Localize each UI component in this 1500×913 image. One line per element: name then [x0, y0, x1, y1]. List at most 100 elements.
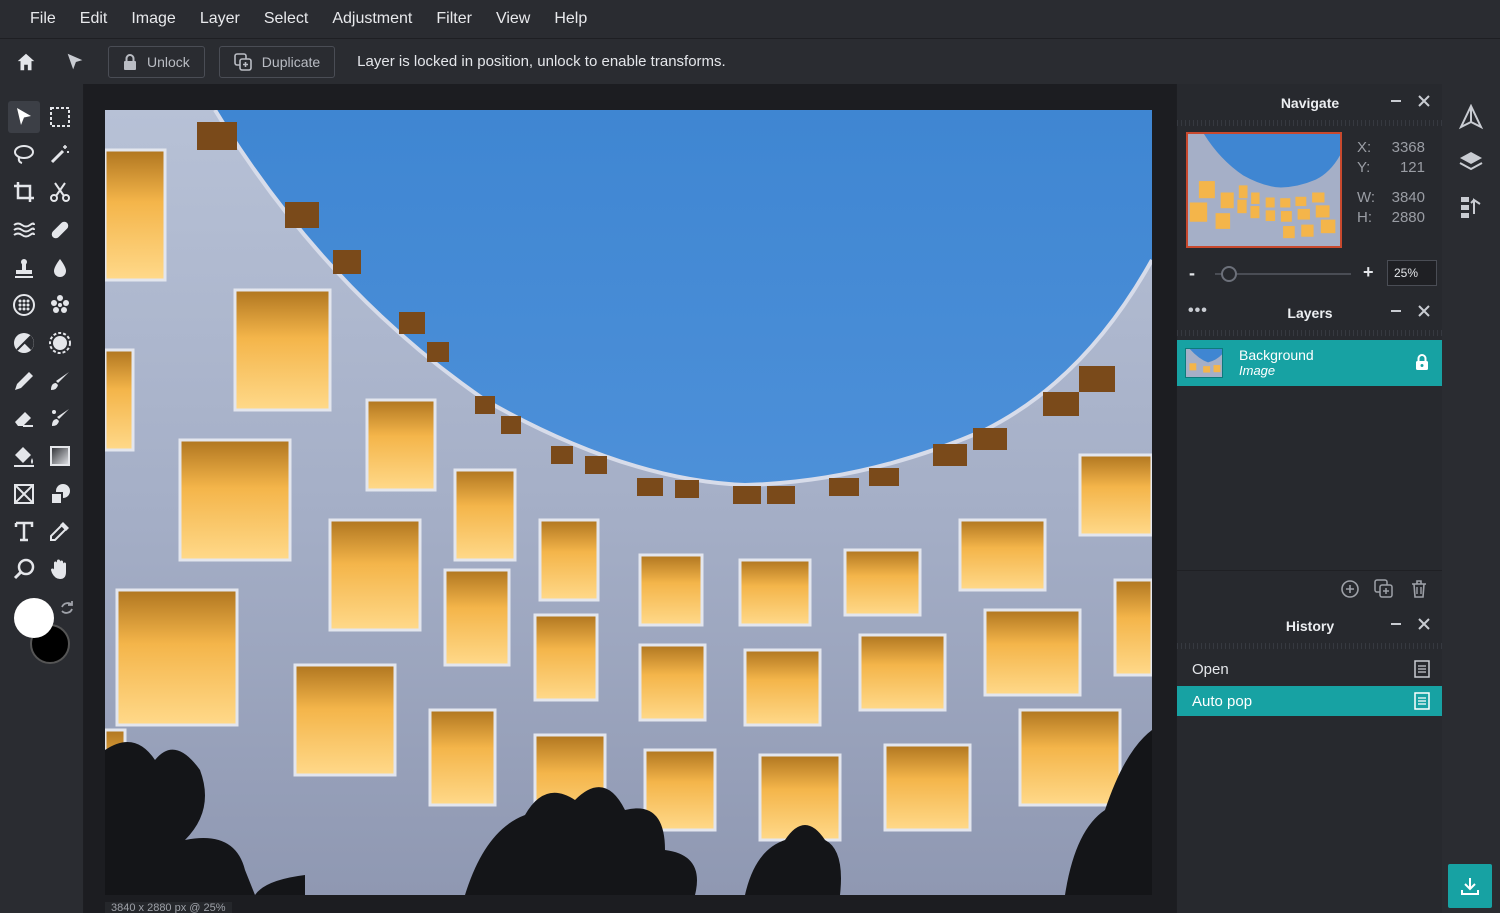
canvas-status: 3840 x 2880 px @ 25%: [105, 902, 232, 913]
history-panel-icon[interactable]: [1458, 194, 1484, 220]
h-value: 2880: [1391, 209, 1425, 226]
minimize-icon[interactable]: [1389, 94, 1403, 108]
gradient-icon[interactable]: [44, 440, 76, 472]
duplicate-button[interactable]: Duplicate: [218, 45, 336, 78]
lock-icon: [124, 53, 136, 70]
panel-divider: [1177, 120, 1443, 126]
more-options-icon[interactable]: •••: [1188, 302, 1208, 320]
y-label: Y:: [1357, 159, 1371, 176]
zoom-in-button[interactable]: +: [1363, 262, 1374, 283]
history-title: History: [1285, 618, 1335, 634]
options-message: Layer is locked in position, unlock to e…: [357, 53, 726, 70]
navigator-coordinates: X: 3368 Y: 121 W: 3840 H: 2880: [1357, 138, 1425, 228]
foreground-color-swatch[interactable]: [14, 598, 54, 638]
text-icon[interactable]: [8, 515, 40, 547]
fill-icon[interactable]: [8, 440, 40, 472]
heal-icon[interactable]: [44, 214, 76, 246]
navigator-image: [1188, 134, 1340, 246]
history-item[interactable]: Open: [1177, 654, 1443, 684]
menu-edit[interactable]: Edit: [68, 0, 120, 38]
menu-file[interactable]: File: [18, 0, 68, 38]
dodge-icon[interactable]: [8, 327, 40, 359]
menu-view[interactable]: View: [484, 0, 542, 38]
panel-divider: [1177, 643, 1443, 649]
move-tool-icon[interactable]: [58, 45, 92, 79]
color-replace-icon[interactable]: [44, 402, 76, 434]
frame-icon[interactable]: [8, 478, 40, 510]
crop-icon[interactable]: [8, 176, 40, 208]
zoom-icon[interactable]: [8, 553, 40, 585]
unlock-button[interactable]: Unlock: [108, 45, 205, 78]
eraser-icon[interactable]: [8, 402, 40, 434]
brush-icon[interactable]: [44, 365, 76, 397]
image-canvas[interactable]: [105, 110, 1152, 895]
zoom-controls: - + 25%: [1177, 260, 1443, 288]
right-panels: Navigate X: 3368 Y: 121 W: 3840 H: 2880 - + …: [1176, 84, 1443, 913]
minimize-icon[interactable]: [1389, 617, 1403, 631]
close-icon[interactable]: [1417, 94, 1431, 108]
menu-select[interactable]: Select: [252, 0, 320, 38]
duplicate-label: Duplicate: [261, 53, 321, 70]
lock-icon[interactable]: [1415, 354, 1429, 375]
liquify-icon[interactable]: [8, 214, 40, 246]
sharpen-icon[interactable]: [44, 327, 76, 359]
workspace: 3840 x 2880 px @ 25%: [84, 84, 1176, 913]
w-label: W:: [1357, 189, 1376, 206]
close-icon[interactable]: [1417, 617, 1431, 631]
history-item-label: Open: [1192, 660, 1229, 678]
menu-adjustment[interactable]: Adjustment: [320, 0, 424, 38]
duplicate-layer-icon[interactable]: [1374, 579, 1394, 599]
pattern-icon[interactable]: [44, 289, 76, 321]
hand-icon[interactable]: [44, 553, 76, 585]
unlock-label: Unlock: [147, 53, 190, 70]
magic-wand-icon[interactable]: [44, 138, 76, 170]
menu-bar: File Edit Image Layer Select Adjustment …: [0, 0, 1500, 38]
zoom-slider-handle[interactable]: [1221, 266, 1237, 282]
layer-item[interactable]: Background Image: [1177, 340, 1443, 386]
layers-panel-icon[interactable]: [1458, 148, 1484, 174]
menu-image[interactable]: Image: [119, 0, 187, 38]
y-value: 121: [1399, 159, 1425, 176]
navigate-panel-icon[interactable]: [1458, 104, 1484, 130]
w-value: 3840: [1391, 189, 1425, 206]
zoom-input[interactable]: 25%: [1387, 260, 1437, 286]
document-icon: [1413, 692, 1431, 714]
building-photo: [105, 110, 1152, 895]
layer-thumbnail: [1185, 348, 1223, 378]
sponge-icon[interactable]: [8, 289, 40, 321]
navigate-title: Navigate: [1280, 95, 1340, 111]
history-item-label: Auto pop: [1192, 692, 1253, 710]
menu-layer[interactable]: Layer: [188, 0, 252, 38]
layer-name: Background: [1239, 347, 1314, 363]
layer-actions: [1177, 570, 1443, 606]
shape-icon[interactable]: [44, 478, 76, 510]
download-button[interactable]: [1448, 864, 1492, 908]
menu-filter[interactable]: Filter: [424, 0, 484, 38]
duplicate-icon: [233, 52, 252, 71]
pencil-icon[interactable]: [8, 365, 40, 397]
eyedropper-icon[interactable]: [44, 515, 76, 547]
blur-icon[interactable]: [44, 252, 76, 284]
marquee-icon[interactable]: [44, 101, 76, 133]
x-value: 3368: [1391, 139, 1425, 156]
navigate-panel-header: Navigate: [1177, 84, 1443, 122]
zoom-out-button[interactable]: -: [1189, 263, 1195, 284]
minimize-icon[interactable]: [1389, 304, 1403, 318]
menu-help[interactable]: Help: [542, 0, 599, 38]
history-item[interactable]: Auto pop: [1177, 686, 1443, 716]
swap-colors-icon[interactable]: [58, 599, 76, 617]
add-layer-icon[interactable]: [1340, 579, 1360, 599]
delete-layer-icon[interactable]: [1409, 579, 1429, 599]
history-panel-header: History: [1177, 607, 1443, 645]
panel-divider: [1177, 330, 1443, 336]
download-icon: [1461, 878, 1479, 895]
cut-icon[interactable]: [44, 176, 76, 208]
lasso-icon[interactable]: [8, 138, 40, 170]
panel-switcher: [1442, 84, 1500, 913]
home-icon[interactable]: [9, 45, 43, 79]
layer-type: Image: [1239, 363, 1276, 378]
navigator-thumbnail[interactable]: [1186, 132, 1342, 248]
close-icon[interactable]: [1417, 304, 1431, 318]
move-icon[interactable]: [8, 101, 40, 133]
stamp-icon[interactable]: [8, 252, 40, 284]
